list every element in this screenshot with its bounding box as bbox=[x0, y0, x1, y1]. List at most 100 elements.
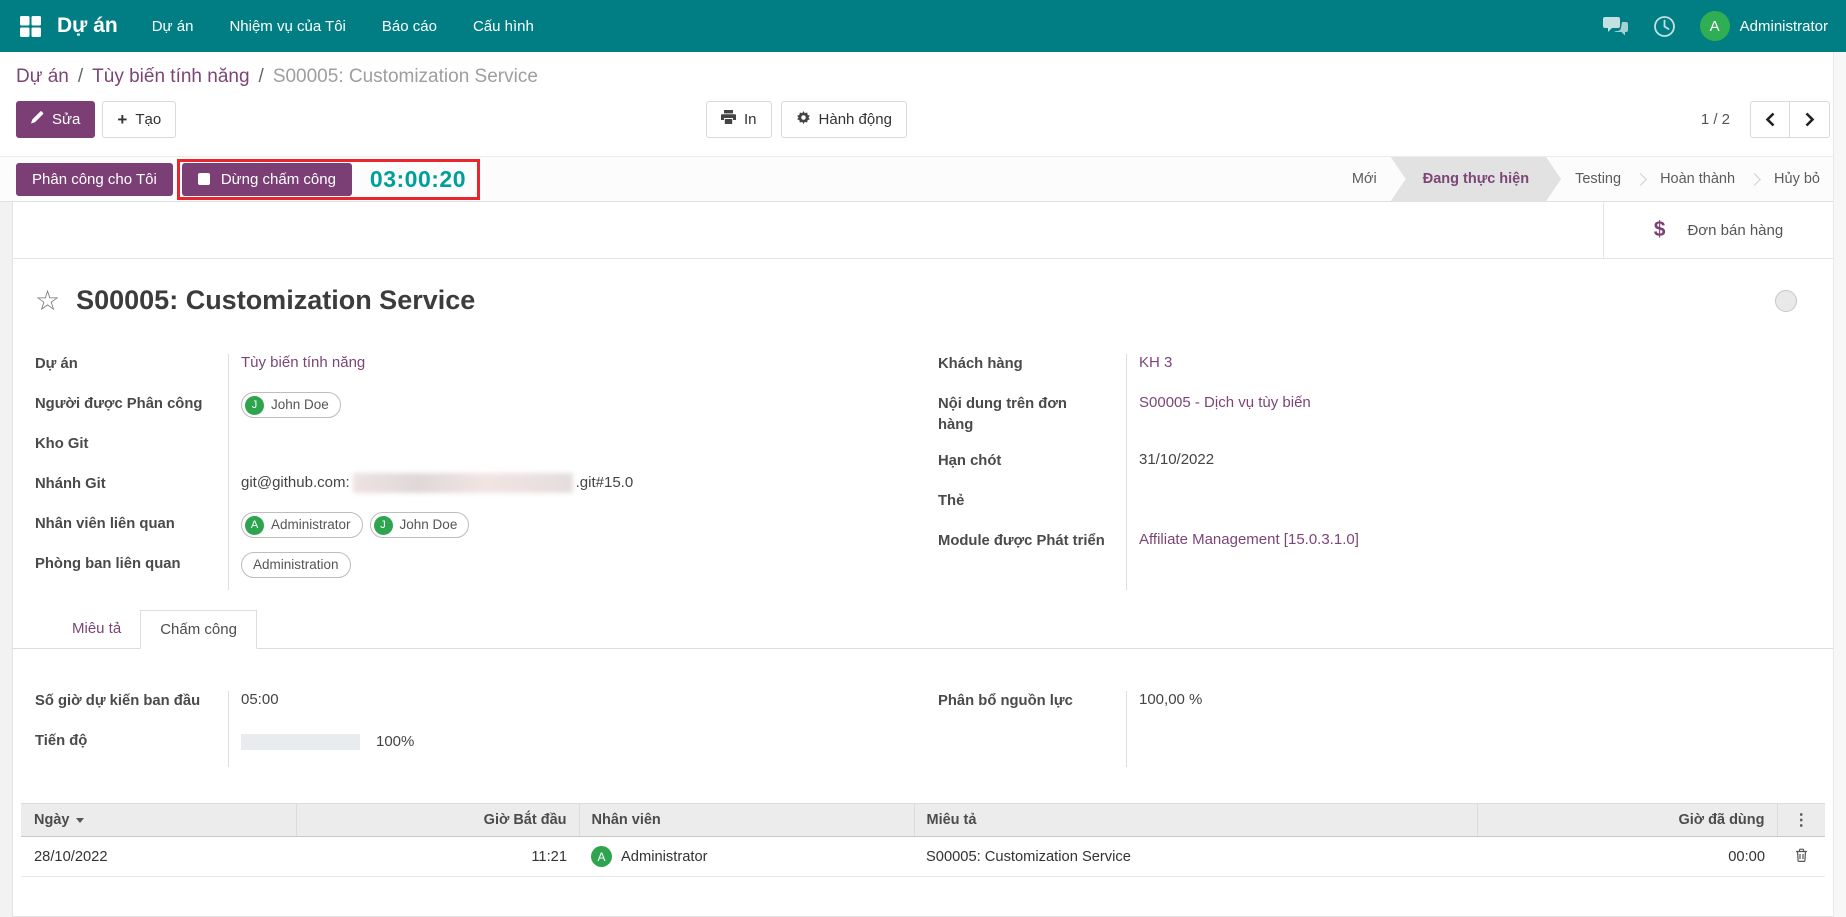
kanban-state-indicator[interactable] bbox=[1775, 289, 1797, 312]
employee: A Administrator bbox=[591, 846, 902, 867]
timesheet-panel: Số giờ dự kiến ban đầu 05:00 Tiến độ 100… bbox=[13, 689, 1833, 769]
field-row: Thẻ bbox=[938, 489, 1811, 517]
gear-icon bbox=[796, 110, 811, 129]
sale-order-smart-button-label: Đơn bán hàng bbox=[1687, 221, 1784, 239]
control-panel: Dự án / Tùy biến tính năng / S00005: Customi… bbox=[0, 52, 1846, 156]
field-link-value[interactable]: Affiliate Management [15.0.3.1.0] bbox=[1139, 531, 1359, 548]
stage-item-4[interactable]: Hủy bỏ bbox=[1760, 157, 1834, 201]
user-menu[interactable]: A Administrator bbox=[1699, 11, 1828, 41]
field-label: Phòng ban liên quan bbox=[35, 556, 181, 572]
field-value: S00005 - Dịch vụ tùy biến bbox=[1126, 392, 1811, 415]
action-button-label: Hành động bbox=[818, 110, 892, 128]
field-label: Tiến độ bbox=[35, 733, 88, 749]
field-text-value: 31/10/2022 bbox=[1139, 450, 1215, 468]
field-value: A Administrator J John Doe bbox=[228, 512, 908, 539]
stage-item-1[interactable]: Đang thực hiện bbox=[1391, 157, 1561, 201]
top-navbar: Dự án Dự án Nhiệm vụ của Tôi Báo cáo Cấu hì… bbox=[0, 0, 1846, 52]
delete-row-button[interactable] bbox=[1795, 848, 1808, 862]
pager-previous-button[interactable] bbox=[1750, 100, 1790, 138]
favorite-star-icon[interactable]: ☆ bbox=[35, 286, 60, 315]
tag-name: John Doe bbox=[271, 397, 329, 412]
assign-to-me-button[interactable]: Phân công cho Tôi bbox=[16, 162, 173, 196]
breadcrumb-link-project[interactable]: Dự án bbox=[16, 66, 69, 87]
planned-hours-value: 05:00 bbox=[241, 691, 279, 708]
field-label: Module được Phát triển bbox=[938, 532, 1105, 549]
employee-avatar: A bbox=[591, 846, 612, 867]
cell-duration[interactable]: 00:00 bbox=[1477, 836, 1777, 877]
tag: Administration bbox=[241, 552, 351, 579]
field-value: Affiliate Management [15.0.3.1.0] bbox=[1126, 529, 1811, 552]
stop-timer-button[interactable]: Dừng chấm công bbox=[181, 162, 352, 196]
create-button[interactable]: + Tạo bbox=[102, 100, 177, 138]
menu-item-1[interactable]: Nhiệm vụ của Tôi bbox=[211, 0, 363, 52]
field-link-value[interactable]: KH 3 bbox=[1139, 354, 1172, 371]
field-link-value[interactable]: S00005 - Dịch vụ tùy biến bbox=[1139, 394, 1311, 411]
form-sheet: $ Đơn bán hàng ☆ S00005: Customization S… bbox=[12, 202, 1834, 917]
menu-item-2[interactable]: Báo cáo bbox=[364, 0, 455, 52]
field-row: Dự án Tùy biến tính năng bbox=[35, 352, 908, 380]
field-text-suffix: .git#15.0 bbox=[575, 474, 634, 491]
tab-1[interactable]: Chấm công bbox=[140, 610, 257, 649]
table-header-0[interactable]: Ngày bbox=[21, 803, 296, 837]
field-label: Thẻ bbox=[938, 492, 965, 509]
navbar-systray: A Administrator bbox=[1602, 11, 1828, 41]
table-header-4[interactable]: Giờ đã dùng bbox=[1476, 803, 1777, 837]
progress-value: 100% bbox=[228, 729, 908, 754]
cell-date[interactable]: 28/10/2022 bbox=[21, 836, 296, 877]
column-options-button[interactable]: ⋮ bbox=[1776, 803, 1825, 837]
table-header-2[interactable]: Nhân viên bbox=[578, 803, 914, 837]
form-view: $ Đơn bán hàng ☆ S00005: Customization S… bbox=[0, 202, 1846, 917]
cell-description[interactable]: S00005: Customization Service bbox=[914, 836, 1477, 877]
activity-clock-icon[interactable] bbox=[1653, 15, 1676, 38]
pager: 1 / 2 bbox=[1700, 100, 1830, 138]
button-box: $ Đơn bán hàng bbox=[13, 202, 1833, 259]
menu-item-0[interactable]: Dự án bbox=[134, 0, 212, 52]
table-header-3[interactable]: Miêu tả bbox=[913, 803, 1477, 837]
cell-employee[interactable]: A Administrator bbox=[579, 836, 914, 877]
field-row: Kho Git bbox=[35, 432, 908, 460]
messages-icon[interactable] bbox=[1602, 15, 1629, 37]
field-row: Nhân viên liên quan A Administrator J John D… bbox=[35, 512, 908, 540]
stage-item-0[interactable]: Mới bbox=[1338, 157, 1391, 201]
stage-item-2[interactable]: Testing bbox=[1561, 157, 1635, 201]
table-header-1[interactable]: Giờ Bắt đầu bbox=[295, 803, 579, 837]
tag: A Administrator bbox=[241, 512, 363, 539]
field-column-right: Khách hàng KH 3 Nội dung trên đơn hàng S000… bbox=[938, 352, 1811, 592]
edit-button[interactable]: Sửa bbox=[16, 100, 96, 138]
employee-name: Administrator bbox=[621, 848, 708, 865]
tab-0[interactable]: Miêu tả bbox=[53, 610, 140, 648]
field-link-value[interactable]: Tùy biến tính năng bbox=[241, 354, 365, 371]
cell-start-time[interactable]: 11:21 bbox=[296, 836, 579, 877]
tag-avatar: A bbox=[245, 515, 264, 535]
breadcrumb-current: S00005: Customization Service bbox=[272, 66, 538, 87]
scrollbar[interactable] bbox=[1833, 52, 1846, 917]
printer-icon bbox=[721, 110, 736, 128]
field-label: Phân bổ nguồn lực bbox=[938, 693, 1073, 709]
breadcrumb-link-parent[interactable]: Tùy biến tính năng bbox=[92, 66, 249, 87]
user-avatar: A bbox=[1699, 11, 1730, 41]
field-label: Dự án bbox=[35, 356, 78, 372]
action-button[interactable]: Hành động bbox=[780, 100, 907, 138]
app-name[interactable]: Dự án bbox=[57, 14, 118, 38]
apps-menu-icon[interactable] bbox=[18, 14, 43, 39]
stage-item-3[interactable]: Hoàn thành bbox=[1646, 157, 1749, 201]
field-row: Người được Phân công J John Doe bbox=[35, 392, 908, 420]
pager-value: 1 / 2 bbox=[1700, 110, 1730, 128]
breadcrumb-separator: / bbox=[258, 66, 264, 87]
field-label: Người được Phân công bbox=[35, 396, 203, 412]
timer-value: 03:00:20 bbox=[369, 165, 466, 192]
pager-buttons bbox=[1750, 100, 1830, 138]
print-button[interactable]: In bbox=[706, 100, 772, 138]
pager-next-button[interactable] bbox=[1790, 100, 1830, 138]
field-row: Khách hàng KH 3 bbox=[938, 352, 1811, 380]
stage-separator-icon bbox=[1748, 172, 1761, 186]
control-panel-buttons: Sửa + Tạo In Hành động 1 / 2 bbox=[16, 100, 1830, 138]
sale-order-smart-button[interactable]: $ Đơn bán hàng bbox=[1603, 202, 1833, 258]
menu-item-3[interactable]: Cấu hình bbox=[455, 0, 552, 52]
sort-descending-icon bbox=[76, 817, 85, 823]
field-row: Module được Phát triển Affiliate Manageme… bbox=[938, 529, 1811, 557]
redacted-value bbox=[352, 473, 573, 494]
field-text-prefix: git@github.com: bbox=[241, 474, 350, 491]
field-value: git@github.com: .git#15.0 bbox=[228, 472, 908, 495]
field-row: Nhánh Git git@github.com: .git#15.0 bbox=[35, 472, 908, 500]
